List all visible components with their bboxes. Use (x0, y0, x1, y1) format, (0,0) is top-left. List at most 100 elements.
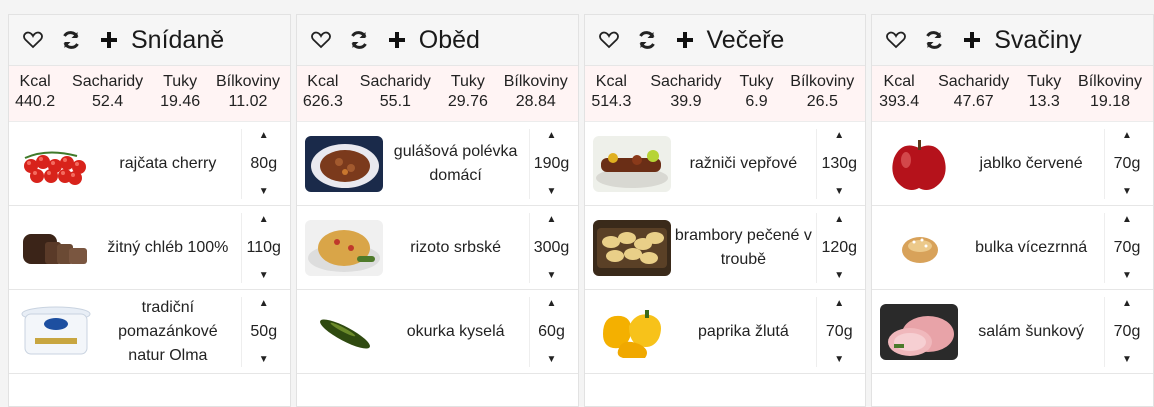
food-name: rajčata cherry (119, 154, 217, 172)
yellow-pepper-image (592, 303, 671, 360)
nutrition-header: Tuky (1027, 73, 1062, 90)
arrow-down-icon[interactable]: ▼ (259, 353, 269, 367)
meal-header: Večeře (584, 15, 866, 66)
arrow-down-icon[interactable]: ▼ (547, 269, 557, 283)
arrow-up-icon[interactable]: ▲ (834, 129, 844, 143)
quantity-stepper: ▲ 300g ▼ (528, 212, 574, 283)
heart-icon[interactable] (884, 28, 908, 52)
nutrition-header: Kcal (19, 73, 51, 90)
nutrition-header: Sacharidy (359, 73, 431, 90)
refresh-icon[interactable] (635, 28, 659, 52)
cherry-tomatoes-image (17, 135, 95, 192)
arrow-up-icon[interactable]: ▲ (834, 213, 844, 227)
nutrition-value: 440.2 (15, 93, 56, 110)
refresh-icon[interactable] (59, 28, 83, 52)
plus-icon[interactable] (97, 28, 121, 52)
roast-potatoes-image (592, 219, 671, 276)
food-name: gulášová polévka domácí (393, 142, 518, 184)
food-name: bulka vícezrnná (975, 238, 1088, 256)
food-item[interactable]: salám šunkový ▲ 70g ▼ (872, 290, 1153, 374)
nutrition-value: 6.9 (745, 93, 768, 110)
arrow-up-icon[interactable]: ▲ (259, 297, 269, 311)
food-item[interactable]: gulášová polévka domácí ▲ 190g ▼ (296, 122, 578, 206)
quantity-stepper: ▲ 70g ▼ (1104, 212, 1149, 283)
heart-icon[interactable] (309, 28, 333, 52)
nutrition-header: Kcal (307, 73, 339, 90)
quantity-value: 70g (1113, 154, 1141, 172)
arrow-down-icon[interactable]: ▼ (259, 269, 269, 283)
meal-title: Oběd (418, 25, 480, 54)
arrow-down-icon[interactable]: ▼ (1122, 353, 1132, 367)
plus-icon[interactable] (385, 28, 409, 52)
arrow-down-icon[interactable]: ▼ (834, 353, 844, 367)
food-item[interactable]: ražniči vepřové ▲ 130g ▼ (584, 122, 866, 206)
arrow-up-icon[interactable]: ▲ (1122, 213, 1132, 227)
nutrition-header: Sacharidy (72, 73, 144, 90)
heart-icon[interactable] (21, 28, 45, 52)
nutrition-value: 514.3 (591, 93, 632, 110)
food-name: paprika žlutá (698, 322, 789, 340)
arrow-up-icon[interactable]: ▲ (547, 297, 557, 311)
arrow-up-icon[interactable]: ▲ (834, 297, 844, 311)
meal-header: Oběd (296, 15, 578, 66)
skewers-image (592, 135, 671, 192)
nutrition-header: Sacharidy (938, 73, 1010, 90)
nutrition-header: Bílkoviny (790, 73, 855, 90)
food-item[interactable]: rizoto srbské ▲ 300g ▼ (296, 206, 578, 290)
quantity-stepper: ▲ 130g ▼ (816, 128, 861, 199)
arrow-up-icon[interactable]: ▲ (1122, 297, 1132, 311)
arrow-up-icon[interactable]: ▲ (259, 129, 269, 143)
meal-planner: Snídaně Kcal Sacharidy Tuky Bílkoviny 440.2… (0, 0, 1154, 407)
food-name: tradiční pomazánkové natur Olma (118, 298, 218, 364)
food-item[interactable]: rajčata cherry ▲ 80g ▼ (9, 122, 290, 206)
quantity-value: 130g (821, 154, 858, 172)
food-name: salám šunkový (978, 322, 1085, 340)
quantity-stepper: ▲ 50g ▼ (240, 296, 286, 367)
quantity-value: 300g (533, 238, 570, 256)
arrow-down-icon[interactable]: ▼ (259, 185, 269, 199)
food-item[interactable]: bulka vícezrnná ▲ 70g ▼ (872, 206, 1153, 290)
food-item[interactable]: žitný chléb 100% ▲ 110g ▼ (9, 206, 290, 290)
refresh-icon[interactable] (922, 28, 946, 52)
food-item[interactable]: jablko červené ▲ 70g ▼ (872, 122, 1153, 206)
arrow-down-icon[interactable]: ▼ (834, 269, 844, 283)
nutrition-value: 47.67 (953, 93, 994, 110)
food-item[interactable]: okurka kyselá ▲ 60g ▼ (296, 290, 578, 374)
arrow-down-icon[interactable]: ▼ (834, 185, 844, 199)
arrow-down-icon[interactable]: ▼ (547, 185, 557, 199)
food-item[interactable]: tradiční pomazánkové natur Olma ▲ 50g ▼ (9, 290, 290, 374)
rye-bread-image (17, 219, 95, 276)
refresh-icon[interactable] (347, 28, 371, 52)
arrow-down-icon[interactable]: ▼ (1122, 185, 1132, 199)
spread-tub-image (17, 303, 95, 360)
arrow-up-icon[interactable]: ▲ (1122, 129, 1132, 143)
quantity-stepper: ▲ 190g ▼ (528, 128, 574, 199)
quantity-value: 110g (246, 238, 281, 256)
arrow-up-icon[interactable]: ▲ (259, 213, 269, 227)
quantity-stepper: ▲ 80g ▼ (240, 128, 286, 199)
arrow-down-icon[interactable]: ▼ (1122, 269, 1132, 283)
nutrition-value: 39.9 (670, 93, 702, 110)
nutrition-value: 55.1 (379, 93, 411, 110)
risotto-image (304, 219, 383, 276)
nutrition-header: Bílkoviny (503, 73, 568, 90)
plus-icon[interactable] (960, 28, 984, 52)
red-apple-image (880, 135, 959, 192)
quantity-stepper: ▲ 70g ▼ (1104, 128, 1149, 199)
nutrition-value: 29.76 (447, 93, 488, 110)
meal-column-lunch: Oběd Kcal Sacharidy Tuky Bílkoviny 626.3 55.… (295, 14, 579, 407)
quantity-value: 50g (250, 322, 278, 340)
nutrition-header: Kcal (883, 73, 915, 90)
plus-icon[interactable] (673, 28, 697, 52)
arrow-up-icon[interactable]: ▲ (547, 129, 557, 143)
meal-column-breakfast: Snídaně Kcal Sacharidy Tuky Bílkoviny 440.2… (8, 14, 291, 407)
arrow-down-icon[interactable]: ▼ (547, 353, 557, 367)
nutrition-value: 19.46 (160, 93, 201, 110)
pickle-image (304, 303, 383, 360)
food-name: ražniči vepřové (689, 154, 798, 172)
arrow-up-icon[interactable]: ▲ (547, 213, 557, 227)
food-item[interactable]: brambory pečené v troubě ▲ 120g ▼ (584, 206, 866, 290)
heart-icon[interactable] (597, 28, 621, 52)
food-item[interactable]: paprika žlutá ▲ 70g ▼ (584, 290, 866, 374)
nutrition-header: Kcal (595, 73, 627, 90)
